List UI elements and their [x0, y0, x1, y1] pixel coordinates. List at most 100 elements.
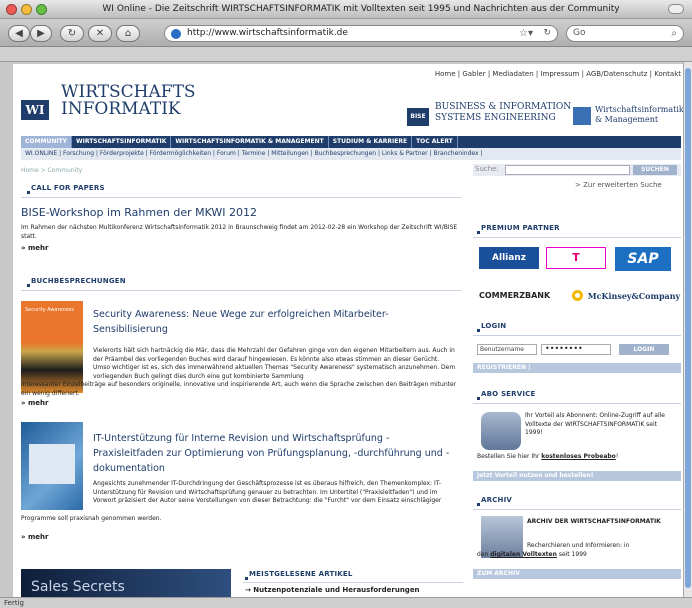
address-bar[interactable]: http://www.wirtschaftsinformatik.de ☆▾ ↻ — [164, 25, 558, 42]
browser-toolbar: ◀ ▶ ↻ ✕ ⌂ http://www.wirtschaftsinformat… — [0, 19, 692, 47]
book-text-1-cont: interessanter Einzelbeiträge auf besonde… — [21, 381, 457, 397]
site-search-label: Suche: — [475, 165, 499, 173]
promo-text: Sales Secrets — [31, 579, 125, 595]
site-search-button[interactable]: SUCHEN — [633, 165, 677, 175]
divider — [21, 290, 461, 291]
toolbar-toggle-button[interactable] — [668, 4, 684, 14]
reload-button[interactable]: ↻ — [60, 25, 84, 42]
bookmark-star-icon[interactable]: ☆▾ — [519, 26, 533, 41]
divider — [473, 237, 681, 238]
divider — [473, 403, 681, 404]
divider — [243, 582, 463, 583]
archive-button[interactable]: ZUM ARCHIV — [473, 569, 681, 579]
search-icon: ⌕ — [671, 28, 677, 39]
site-search: Suche: SUCHEN — [473, 164, 681, 176]
call-for-papers-heading: CALL FOR PAPERS — [27, 184, 105, 194]
book-more-link-2[interactable]: » mehr — [21, 533, 48, 541]
status-bar: Fertig — [0, 597, 692, 608]
book-text-2: Angesichts zunehmender IT-Durchdringung … — [93, 480, 442, 504]
nav-studium-karriere[interactable]: STUDIUM & KARRIERE — [329, 136, 413, 148]
breadcrumb[interactable]: Home > Community — [21, 167, 82, 174]
commerzbank-emblem-icon — [572, 290, 583, 301]
browser-window: WI Online - Die Zeitschrift WIRTSCHAFTSI… — [0, 0, 692, 608]
divider — [21, 197, 461, 198]
book-reviews-heading: BUCHBESPRECHUNGEN — [27, 277, 126, 287]
top-links[interactable]: Home | Gabler | Mediadaten | Impressum |… — [435, 70, 681, 78]
digital-fulltexts-link[interactable]: digitalen Volltexten — [490, 551, 557, 558]
book-text-1: Vielerorts hält sich hartnäckig die Mär,… — [93, 347, 456, 380]
most-read-heading: MEISTGELESENE ARTIKEL — [245, 570, 353, 580]
book-title-1[interactable]: Security Awareness: Neue Wege zur erfolg… — [93, 307, 453, 337]
archive-heading: ARCHIV — [476, 496, 513, 506]
home-icon: ⌂ — [124, 28, 132, 39]
title-bar: WI Online - Die Zeitschrift WIRTSCHAFTSI… — [0, 0, 692, 19]
allianz-logo[interactable]: Allianz — [479, 247, 539, 269]
register-link[interactable]: REGISTRIEREN | — [473, 363, 681, 373]
nav-wirtschaftsinformatik[interactable]: WIRTSCHAFTSINFORMATIK — [72, 136, 172, 148]
nav-community[interactable]: COMMUNITY — [21, 136, 73, 148]
extended-search-link[interactable]: > Zur erweiterten Suche — [575, 181, 662, 189]
address-text: http://www.wirtschaftsinformatik.de — [187, 28, 348, 38]
vertical-scrollbar[interactable] — [683, 62, 692, 597]
book-cover-revision[interactable] — [21, 422, 83, 510]
divider — [473, 335, 681, 336]
wi-logo-text: WIRTSCHAFTS INFORMATIK — [61, 82, 196, 119]
abo-service-heading: ABO SERVICE — [477, 390, 536, 400]
book-more-link-1[interactable]: » mehr — [21, 399, 48, 407]
trial-subscription-link[interactable]: kostenloses Probeabo — [541, 453, 616, 460]
archive-text-2: den digitalen Volltexten seit 1999 — [477, 551, 587, 558]
window-controls — [6, 4, 47, 15]
refresh-small-icon[interactable]: ↻ — [543, 26, 551, 41]
browser-search-field[interactable]: Go ⌕ — [566, 25, 684, 42]
window-title: WI Online - Die Zeitschrift WIRTSCHAFTSI… — [102, 4, 620, 14]
book-text-2-cont: Programme soll praxisnah genommen werden… — [21, 515, 162, 522]
minimize-window-button[interactable] — [21, 4, 32, 15]
bise-logo-mark: BISE — [407, 108, 429, 126]
abo-text: Ihr Vorteil als Abonnent: Online-Zugriff… — [525, 412, 665, 436]
stop-button[interactable]: ✕ — [88, 25, 112, 42]
main-navigation: COMMUNITY WIRTSCHAFTSINFORMATIK WIRTSCHA… — [21, 136, 681, 148]
most-read-item[interactable]: → Nutzenpotenziale und Herausforderungen — [245, 586, 420, 594]
wim-logo-text: Wirtschaftsinformatik & Management — [595, 105, 684, 124]
book-cover-panel — [29, 444, 75, 484]
site-search-input[interactable] — [505, 165, 630, 175]
abo-order-button[interactable]: Jetzt Vorteil nutzen und bestellen! — [473, 471, 681, 481]
book-title-2[interactable]: IT-Unterstützung für Interne Revision un… — [93, 431, 459, 476]
archive-title: ARCHIV DER WIRTSCHAFTSINFORMATIK — [527, 518, 661, 525]
back-arrow-icon: ◀ — [15, 28, 23, 39]
wi-logo-mark: WI — [21, 100, 49, 120]
promo-banner[interactable]: Sales Secrets — [21, 569, 231, 597]
bise-logo-text: BUSINESS & INFORMATION SYSTEMS ENGINEERI… — [435, 102, 572, 123]
mckinsey-logo[interactable]: McKinsey&Company — [587, 289, 681, 303]
call-title[interactable]: BISE-Workshop im Rahmen der MKWI 2012 — [21, 206, 257, 219]
scrollbar-thumb[interactable] — [685, 68, 691, 588]
premium-partner-heading: PREMIUM PARTNER — [477, 224, 560, 234]
sub-navigation[interactable]: WI.ONLINE | Forschung | Förderprojekte |… — [21, 148, 681, 160]
forward-arrow-icon: ▶ — [37, 28, 45, 39]
zoom-window-button[interactable] — [36, 4, 47, 15]
nav-wi-management[interactable]: WIRTSCHAFTSINFORMATIK & MANAGEMENT — [171, 136, 329, 148]
home-button[interactable]: ⌂ — [116, 25, 140, 42]
stop-icon: ✕ — [95, 28, 105, 39]
search-engine-label: Go — [573, 28, 586, 38]
login-button[interactable]: LOGIN — [619, 344, 669, 355]
username-field[interactable]: Benutzername — [477, 344, 537, 355]
divider — [473, 509, 681, 510]
sap-logo[interactable]: SAP — [615, 247, 671, 271]
forward-button[interactable]: ▶ — [30, 25, 52, 42]
wim-logo-mark — [573, 107, 591, 125]
site-favicon-icon — [171, 29, 181, 39]
bookmarks-bar — [0, 47, 692, 62]
login-heading: LOGIN — [476, 322, 507, 332]
close-window-button[interactable] — [6, 4, 17, 15]
call-more-link[interactable]: » mehr — [21, 244, 48, 252]
back-button[interactable]: ◀ — [8, 25, 30, 42]
telekom-logo[interactable]: T — [546, 247, 606, 269]
book-cover-security[interactable]: Security Awareness — [21, 301, 83, 393]
nav-toc-alert[interactable]: TOC ALERT — [412, 136, 458, 148]
password-field[interactable]: •••••••• — [541, 344, 611, 355]
login-form: Benutzername •••••••• LOGIN — [473, 344, 681, 356]
web-page: Home | Gabler | Mediadaten | Impressum |… — [13, 64, 685, 597]
commerzbank-logo[interactable]: COMMERZBANK — [479, 289, 569, 303]
book-cover-title: Security Awareness — [25, 307, 74, 313]
